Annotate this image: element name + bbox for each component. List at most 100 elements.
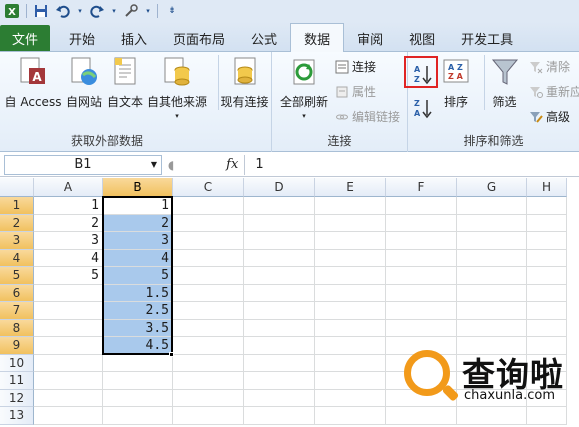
column-header-b[interactable]: B bbox=[103, 178, 173, 197]
column-header-a[interactable]: A bbox=[34, 178, 103, 197]
cell-d3[interactable] bbox=[244, 232, 315, 250]
cell-f7[interactable] bbox=[386, 302, 457, 320]
cell-c8[interactable] bbox=[173, 319, 244, 337]
cell-e4[interactable] bbox=[315, 249, 386, 267]
cell-e9[interactable] bbox=[315, 337, 386, 355]
tab-page-layout[interactable]: 页面布局 bbox=[160, 25, 238, 51]
from-text-button[interactable]: 自文本 bbox=[104, 55, 146, 110]
redo-icon[interactable] bbox=[89, 3, 105, 19]
tab-home[interactable]: 开始 bbox=[56, 25, 108, 51]
from-access-button[interactable]: A 自 Access bbox=[4, 55, 62, 110]
cell-b2[interactable]: 2 bbox=[103, 214, 173, 232]
customize-dropdown-icon[interactable]: ▾ bbox=[145, 3, 151, 19]
formula-input[interactable]: 1 bbox=[244, 154, 579, 175]
cell-c12[interactable] bbox=[173, 389, 244, 407]
cell-c9[interactable] bbox=[173, 337, 244, 355]
cell-a12[interactable] bbox=[34, 389, 103, 407]
cell-b6[interactable]: 1.5 bbox=[103, 284, 173, 302]
cell-b9[interactable]: 4.5 bbox=[103, 337, 173, 355]
row-header-8[interactable]: 8 bbox=[0, 319, 34, 337]
existing-connections-button[interactable]: 现有连接 bbox=[218, 55, 270, 110]
cell-h7[interactable] bbox=[527, 302, 567, 320]
column-header-g[interactable]: G bbox=[457, 178, 527, 197]
cell-e12[interactable] bbox=[315, 389, 386, 407]
row-header-6[interactable]: 6 bbox=[0, 284, 34, 302]
edit-links-button[interactable]: 编辑链接 bbox=[334, 108, 400, 125]
cell-c1[interactable] bbox=[173, 197, 244, 215]
cell-a6[interactable] bbox=[34, 284, 103, 302]
cell-f3[interactable] bbox=[386, 232, 457, 250]
cell-b4[interactable]: 4 bbox=[103, 249, 173, 267]
cell-g4[interactable] bbox=[457, 249, 527, 267]
cell-g6[interactable] bbox=[457, 284, 527, 302]
cell-g8[interactable] bbox=[457, 319, 527, 337]
cell-d9[interactable] bbox=[244, 337, 315, 355]
tab-formulas[interactable]: 公式 bbox=[238, 25, 290, 51]
cell-d2[interactable] bbox=[244, 214, 315, 232]
cell-e1[interactable] bbox=[315, 197, 386, 215]
cell-d13[interactable] bbox=[244, 407, 315, 425]
row-header-5[interactable]: 5 bbox=[0, 267, 34, 285]
cell-b10[interactable] bbox=[103, 354, 173, 372]
cell-f5[interactable] bbox=[386, 267, 457, 285]
column-header-c[interactable]: C bbox=[173, 178, 244, 197]
row-header-4[interactable]: 4 bbox=[0, 249, 34, 267]
advanced-filter-button[interactable]: 高级 bbox=[528, 108, 570, 125]
tab-insert[interactable]: 插入 bbox=[108, 25, 160, 51]
cell-e13[interactable] bbox=[315, 407, 386, 425]
cell-b8[interactable]: 3.5 bbox=[103, 319, 173, 337]
cell-a7[interactable] bbox=[34, 302, 103, 320]
cell-a1[interactable]: 1 bbox=[34, 197, 103, 215]
qat-more-icon[interactable]: ⇟ bbox=[164, 3, 180, 19]
name-box[interactable]: B1 ▼ bbox=[4, 154, 162, 175]
cell-e6[interactable] bbox=[315, 284, 386, 302]
cell-c11[interactable] bbox=[173, 372, 244, 390]
cell-a5[interactable]: 5 bbox=[34, 267, 103, 285]
cell-f8[interactable] bbox=[386, 319, 457, 337]
cell-b13[interactable] bbox=[103, 407, 173, 425]
cell-a9[interactable] bbox=[34, 337, 103, 355]
cell-c5[interactable] bbox=[173, 267, 244, 285]
tab-file[interactable]: 文件 bbox=[0, 25, 50, 51]
cell-e5[interactable] bbox=[315, 267, 386, 285]
cell-c3[interactable] bbox=[173, 232, 244, 250]
cell-c6[interactable] bbox=[173, 284, 244, 302]
cell-h8[interactable] bbox=[527, 319, 567, 337]
cell-e8[interactable] bbox=[315, 319, 386, 337]
cell-b12[interactable] bbox=[103, 389, 173, 407]
cell-e10[interactable] bbox=[315, 354, 386, 372]
cell-a10[interactable] bbox=[34, 354, 103, 372]
tab-data[interactable]: 数据 bbox=[290, 23, 345, 52]
cell-d5[interactable] bbox=[244, 267, 315, 285]
from-other-sources-button[interactable]: 自其他来源 ▾ bbox=[146, 55, 208, 120]
sort-descending-button[interactable]: ZA bbox=[410, 96, 436, 120]
cell-d10[interactable] bbox=[244, 354, 315, 372]
customize-icon[interactable] bbox=[123, 3, 139, 19]
cell-b7[interactable]: 2.5 bbox=[103, 302, 173, 320]
select-all-corner[interactable] bbox=[0, 178, 34, 197]
cell-g7[interactable] bbox=[457, 302, 527, 320]
save-icon[interactable] bbox=[33, 3, 49, 19]
reapply-button[interactable]: 重新应 bbox=[528, 83, 579, 100]
column-header-h[interactable]: H bbox=[527, 178, 567, 197]
filter-button[interactable]: 筛选 bbox=[484, 55, 524, 110]
redo-dropdown-icon[interactable]: ▾ bbox=[111, 3, 117, 19]
cell-h5[interactable] bbox=[527, 267, 567, 285]
cell-h13[interactable] bbox=[527, 407, 567, 425]
sort-button[interactable]: A ZZ A 排序 bbox=[440, 55, 472, 110]
tab-view[interactable]: 视图 bbox=[396, 25, 448, 51]
cell-g5[interactable] bbox=[457, 267, 527, 285]
tab-developer[interactable]: 开发工具 bbox=[448, 25, 526, 51]
cell-f4[interactable] bbox=[386, 249, 457, 267]
cell-d6[interactable] bbox=[244, 284, 315, 302]
cell-e11[interactable] bbox=[315, 372, 386, 390]
cell-e2[interactable] bbox=[315, 214, 386, 232]
cell-a8[interactable] bbox=[34, 319, 103, 337]
properties-button[interactable]: 属性 bbox=[334, 83, 376, 100]
cell-h3[interactable] bbox=[527, 232, 567, 250]
cell-d8[interactable] bbox=[244, 319, 315, 337]
cell-c10[interactable] bbox=[173, 354, 244, 372]
cell-d11[interactable] bbox=[244, 372, 315, 390]
cell-f2[interactable] bbox=[386, 214, 457, 232]
cell-g13[interactable] bbox=[457, 407, 527, 425]
